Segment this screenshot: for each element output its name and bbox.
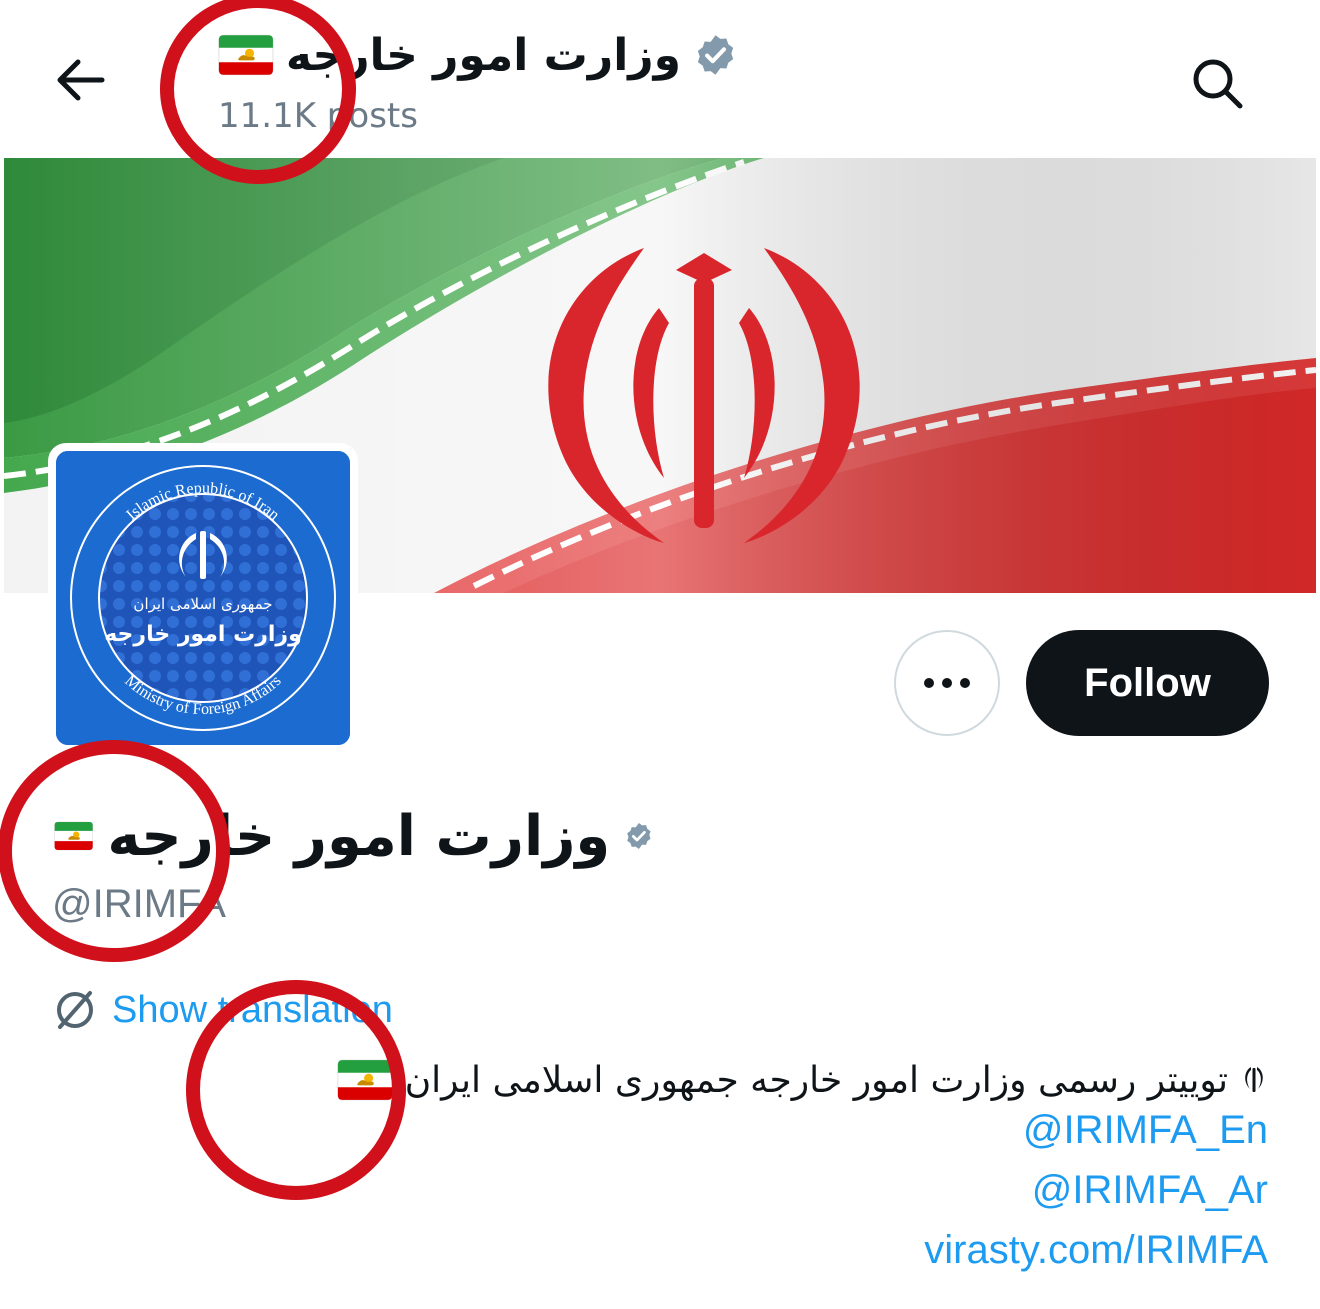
follow-button[interactable]: Follow	[1026, 630, 1269, 736]
posts-count: 11.1K posts	[218, 96, 418, 136]
more-options-icon	[924, 678, 970, 688]
show-translation-row[interactable]: Show translation	[52, 985, 393, 1035]
more-options-button[interactable]	[894, 630, 1000, 736]
profile-display-name: وزارت امور خارجه	[107, 803, 611, 869]
lion-sun-flag-icon	[54, 821, 94, 851]
profile-avatar[interactable]: Islamic Republic of Iran Ministry of For…	[48, 443, 358, 753]
profile-name-row: وزارت امور خارجه	[54, 796, 654, 876]
bio-link-ar[interactable]: @IRIMFA_Ar	[1032, 1168, 1268, 1213]
bio-link-en[interactable]: @IRIMFA_En	[1023, 1108, 1268, 1153]
ministry-seal-image: Islamic Republic of Iran Ministry of For…	[56, 451, 350, 745]
lion-sun-flag-icon	[218, 34, 274, 76]
search-button[interactable]	[1172, 45, 1262, 120]
profile-handle: @IRIMFA	[52, 882, 226, 926]
header-title-row: وزارت امور خارجه	[218, 22, 738, 88]
back-arrow-icon	[57, 59, 105, 101]
verified-badge-icon	[627, 822, 651, 850]
bio-link-website[interactable]: virasty.com/IRIMFA	[924, 1228, 1268, 1273]
iran-emblem-icon	[1245, 1067, 1263, 1092]
back-button[interactable]	[40, 45, 120, 115]
search-icon	[1193, 59, 1243, 108]
lion-sun-flag-icon	[337, 1059, 393, 1101]
seal-center-large: وزارت امور خارجه	[104, 622, 302, 647]
translate-icon	[57, 991, 93, 1029]
verified-badge-icon	[697, 35, 734, 75]
show-translation-link[interactable]: Show translation	[112, 989, 393, 1032]
header-title: وزارت امور خارجه	[285, 29, 681, 81]
profile-bio: تویيتر رسمی وزارت امور خارجه جمهوری اسلا…	[404, 1059, 1228, 1101]
profile-bio-row: تویيتر رسمی وزارت امور خارجه جمهوری اسلا…	[337, 1050, 1268, 1110]
seal-center-small: جمهوری اسلامی ایران	[133, 595, 272, 613]
